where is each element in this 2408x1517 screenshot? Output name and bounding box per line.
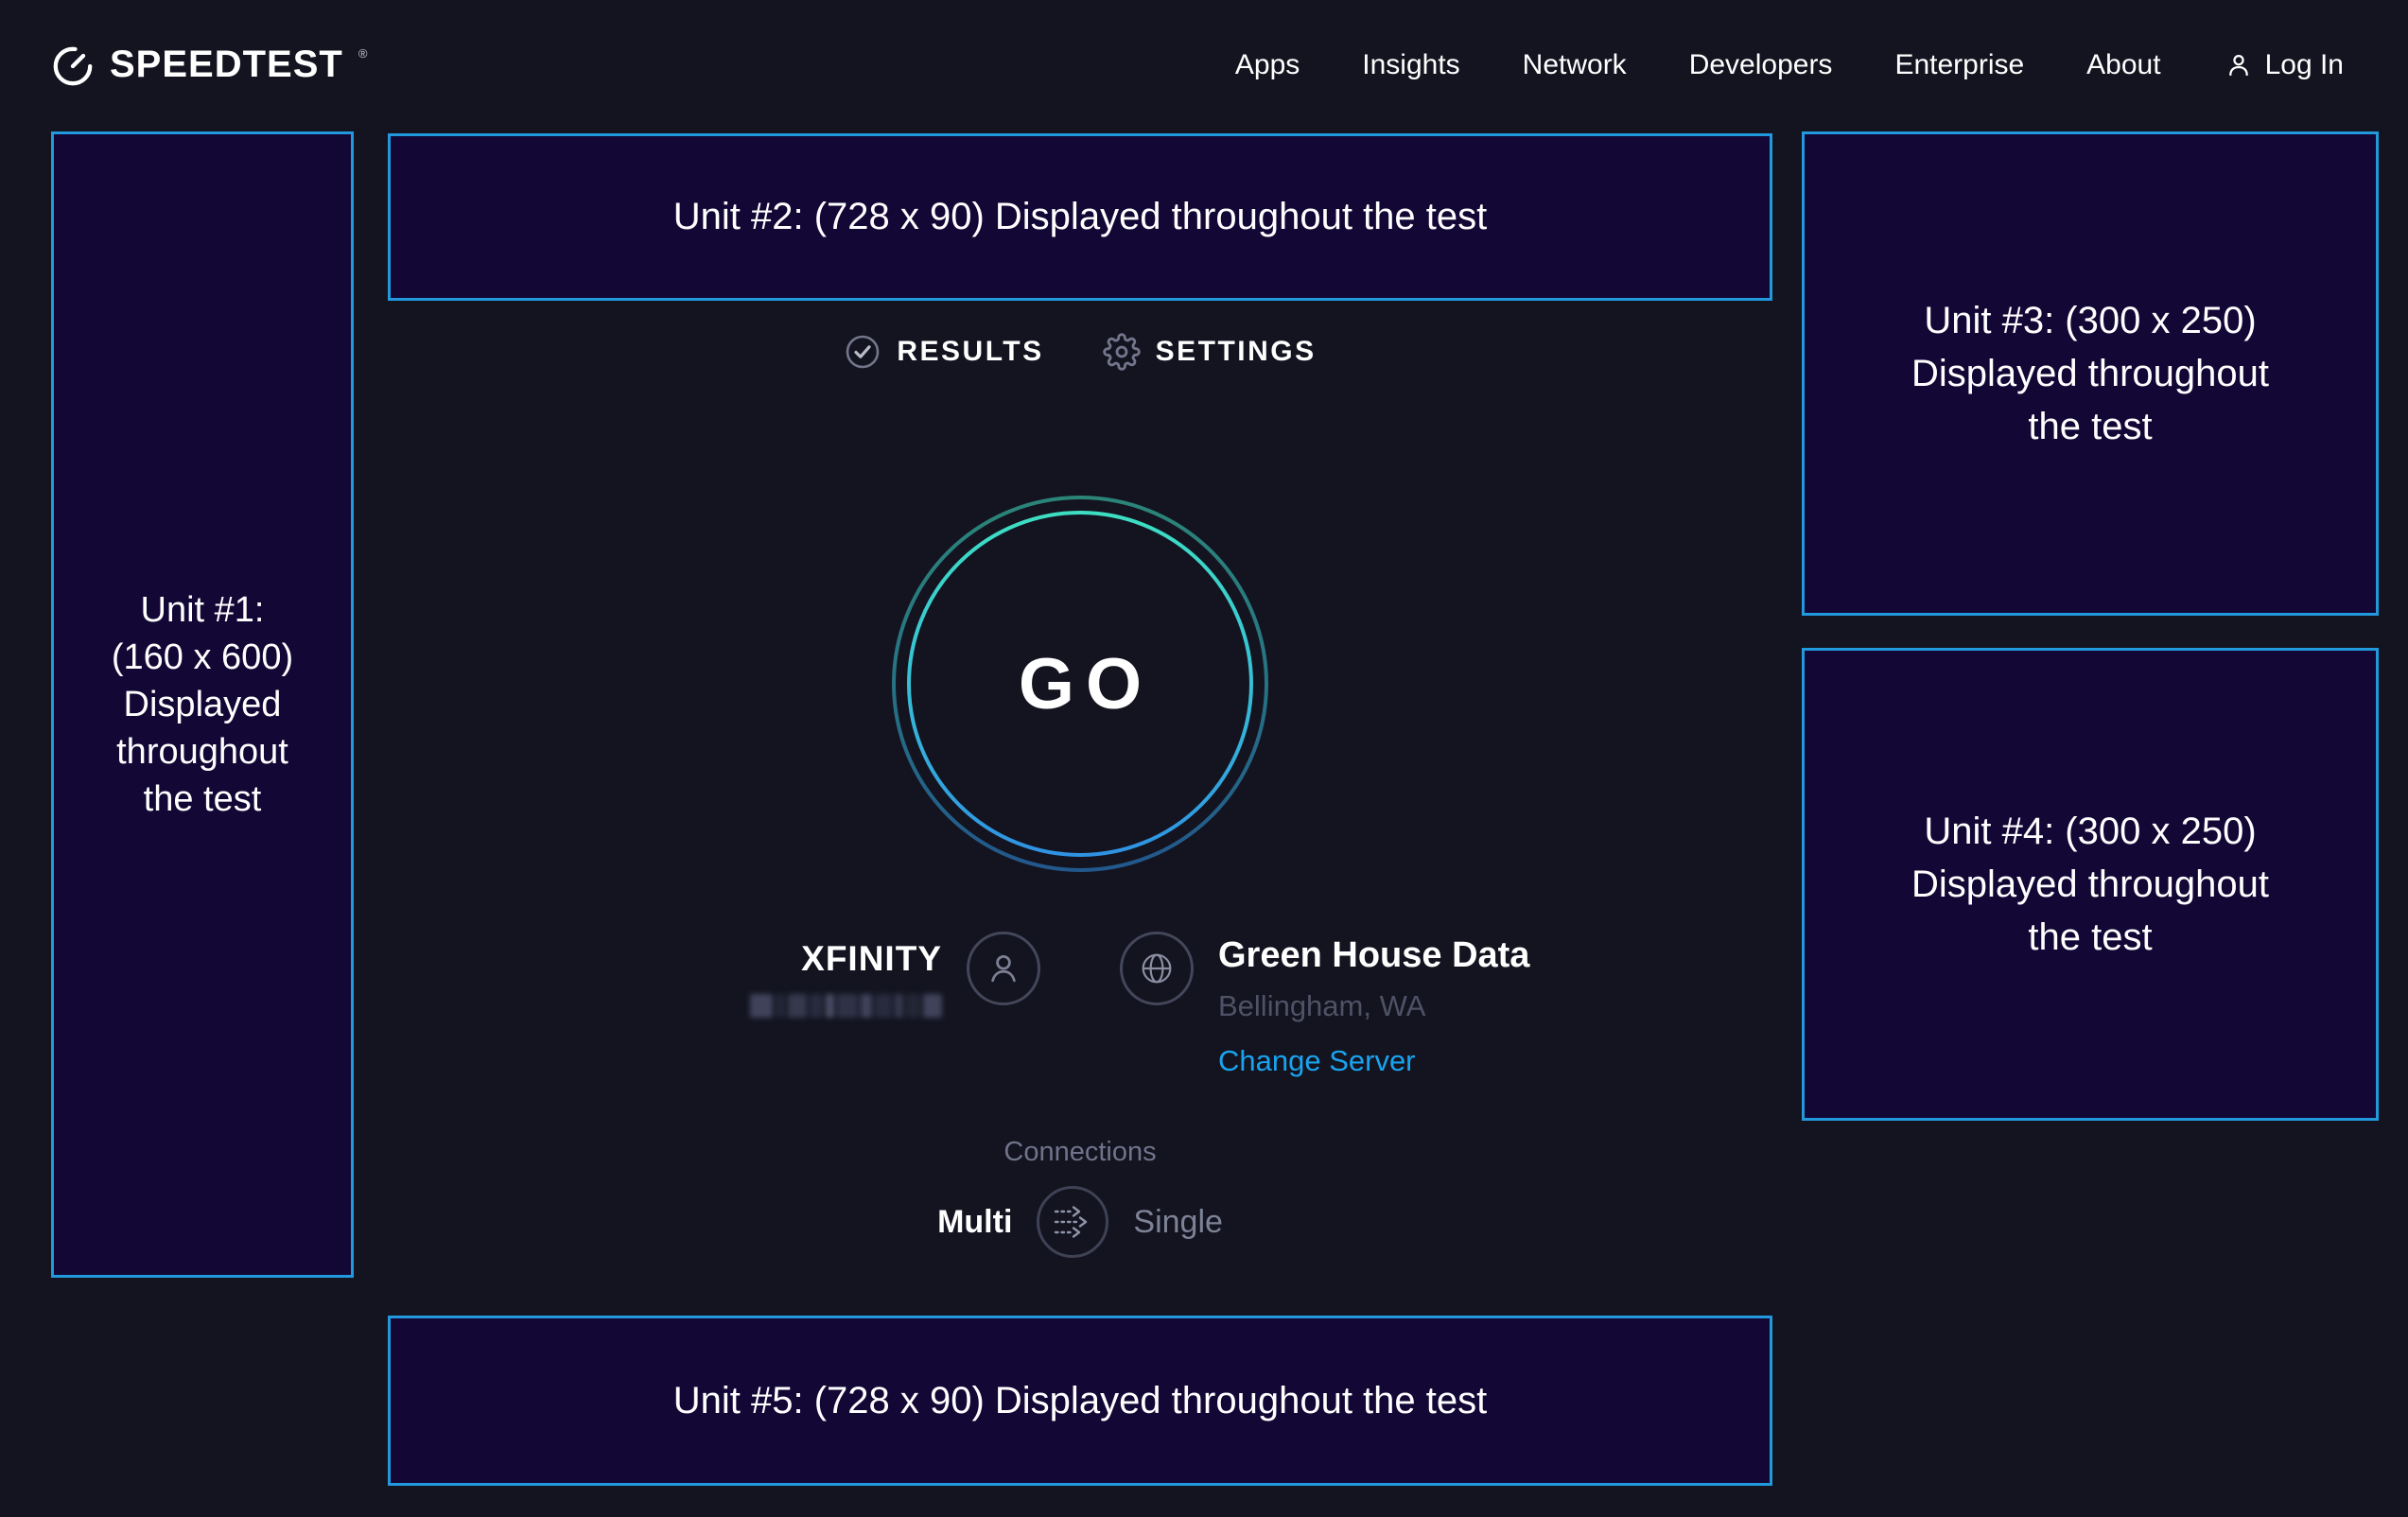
login-button[interactable]: Log In	[2224, 49, 2344, 81]
nav-item-apps[interactable]: Apps	[1235, 49, 1300, 81]
speedometer-logo-icon	[51, 44, 95, 88]
person-icon	[2224, 50, 2254, 80]
server-block: Green House Data Bellingham, WA Change S…	[1080, 932, 1772, 1078]
connections-toggle[interactable]	[1037, 1186, 1108, 1258]
brand-trademark: ®	[358, 46, 368, 61]
nav-item-enterprise[interactable]: Enterprise	[1894, 49, 2024, 81]
nav-item-developers[interactable]: Developers	[1689, 49, 1833, 81]
user-icon	[983, 948, 1024, 989]
multi-connection-icon	[1052, 1203, 1093, 1241]
globe-icon	[1136, 948, 1178, 989]
ad-unit-1: Unit #1: (160 x 600) Displayed throughou…	[51, 131, 354, 1278]
go-label: GO	[881, 485, 1279, 882]
check-circle-icon	[844, 333, 881, 371]
test-meta-row: XFINITY	[388, 932, 1772, 1078]
tab-results-label: RESULTS	[897, 336, 1043, 368]
tab-settings-label: SETTINGS	[1156, 336, 1317, 368]
tab-settings[interactable]: SETTINGS	[1103, 333, 1317, 371]
connections-toggle-row: Multi Single	[388, 1186, 1772, 1258]
server-location: Bellingham, WA	[1218, 989, 1425, 1023]
connections-single-option[interactable]: Single	[1133, 1204, 1223, 1241]
isp-avatar	[967, 932, 1040, 1005]
ad-unit-5-text: Unit #5: (728 x 90) Displayed throughout…	[673, 1380, 1488, 1422]
ad-unit-3-text: Unit #3: (300 x 250) Displayed throughou…	[1911, 294, 2269, 453]
main-nav: Apps Insights Network Developers Enterpr…	[1235, 49, 2344, 81]
brand-name: SPEEDTEST	[110, 43, 343, 86]
server-globe	[1120, 932, 1194, 1005]
ad-unit-1-text: Unit #1: (160 x 600) Displayed throughou…	[112, 586, 293, 824]
nav-item-insights[interactable]: Insights	[1362, 49, 1459, 81]
login-label: Log In	[2265, 49, 2344, 81]
go-button[interactable]: GO	[881, 485, 1279, 882]
connections-label: Connections	[388, 1137, 1772, 1168]
ad-unit-5: Unit #5: (728 x 90) Displayed throughout…	[388, 1316, 1772, 1486]
brand-logo[interactable]: SPEEDTEST ®	[51, 43, 367, 88]
isp-name: XFINITY	[801, 939, 942, 979]
ad-unit-4-text: Unit #4: (300 x 250) Displayed throughou…	[1911, 805, 2269, 964]
change-server-link[interactable]: Change Server	[1218, 1044, 1416, 1078]
nav-item-about[interactable]: About	[2086, 49, 2160, 81]
ad-unit-3: Unit #3: (300 x 250) Displayed throughou…	[1802, 131, 2379, 616]
nav-item-network[interactable]: Network	[1523, 49, 1627, 81]
view-tabs: RESULTS SETTINGS	[388, 333, 1772, 371]
blurred-ip	[750, 994, 942, 1018]
ad-unit-2-text: Unit #2: (728 x 90) Displayed throughout…	[673, 196, 1488, 238]
server-name: Green House Data	[1218, 935, 1529, 976]
connections-multi-option[interactable]: Multi	[937, 1204, 1012, 1241]
tab-results[interactable]: RESULTS	[844, 333, 1043, 371]
gear-icon	[1103, 333, 1141, 371]
top-nav: SPEEDTEST ® Apps Insights Network Develo…	[0, 0, 2408, 131]
ad-unit-2: Unit #2: (728 x 90) Displayed throughout…	[388, 133, 1772, 301]
isp-block: XFINITY	[388, 932, 1080, 1078]
ad-unit-4: Unit #4: (300 x 250) Displayed throughou…	[1802, 648, 2379, 1121]
speedtest-page: SPEEDTEST ® Apps Insights Network Develo…	[0, 0, 2408, 1517]
